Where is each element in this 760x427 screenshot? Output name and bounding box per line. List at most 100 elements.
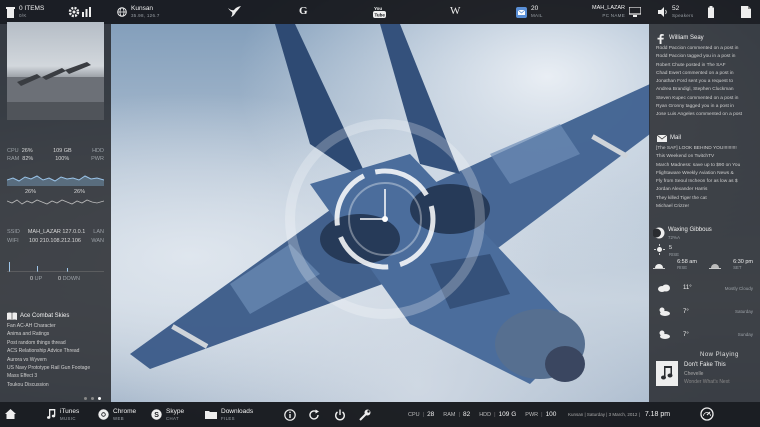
mail-item[interactable]: Fly from Seoul Incheon for as low as $ — [656, 178, 754, 186]
feed-item[interactable]: Aurora vs Wyvern — [7, 356, 90, 364]
google-icon[interactable]: G — [299, 5, 308, 17]
hdd-label: HDD — [479, 411, 492, 418]
refresh-icon[interactable] — [308, 409, 320, 421]
weather-desc: Mostly Cloudy — [724, 285, 753, 291]
net-down-label: DOWN — [62, 276, 80, 282]
mail-item[interactable]: March Madness: save up to $90 on You — [656, 162, 754, 170]
itunes-label: iTunes — [60, 407, 80, 415]
aircraft-photo — [7, 62, 104, 120]
ssid-value: MAH_LAZAR 127.0.0.1 — [27, 229, 86, 235]
skype-sublabel: CHAT — [166, 415, 179, 421]
skype-label: Skype — [166, 407, 185, 415]
facebook-item[interactable]: Rodd Paccion tagged you in a post in — [656, 53, 754, 61]
mail-item[interactable]: Michael Crizzer — [656, 203, 754, 211]
feed-item[interactable]: Fan AC-AH Character — [7, 322, 90, 330]
pwr-label: PWR — [525, 411, 539, 418]
pc-name: MAH_LAZAR — [592, 5, 626, 11]
facebook-item[interactable]: Steven Kupec commented on a post in — [656, 95, 754, 103]
feed-item[interactable]: Mass Effect 3 — [7, 372, 90, 380]
items-count: 0 ITEMS — [19, 5, 45, 12]
weather-row[interactable]: 7° Saturday — [657, 307, 753, 316]
mail-widget[interactable]: 20 MAIL — [516, 0, 543, 24]
weather-row[interactable]: 11° Mostly Cloudy — [657, 284, 753, 292]
volume-device: Speakers — [672, 13, 694, 18]
feed-item[interactable]: ACS Relationship Advice Thread — [7, 347, 90, 355]
sunset-icon — [709, 259, 722, 271]
feed-item[interactable]: Anima and Ratings — [7, 330, 90, 338]
now-playing-label: Now Playing — [700, 352, 739, 358]
speedometer-icon[interactable] — [700, 407, 714, 421]
downloads-launcher[interactable]: Downloads FILES — [205, 402, 253, 427]
wifi-label: WIFI — [7, 238, 19, 244]
cpu-stat: 28 — [427, 411, 435, 418]
home-icon[interactable] — [5, 409, 16, 419]
cloud-icon — [657, 284, 671, 292]
sun-icon — [654, 244, 665, 255]
facebook-item[interactable]: Jose Luis Angeles commented on a post — [656, 111, 754, 119]
wikipedia-icon[interactable]: W — [450, 5, 460, 17]
weather-desc: Saturday — [734, 309, 753, 314]
mail-item[interactable]: They killed Tiger the cat — [656, 195, 754, 203]
ram-stat: 82 — [462, 411, 471, 418]
pwr-stat: 100 — [545, 411, 557, 418]
recycle-bin-widget[interactable]: 0 ITEMS 0/K — [6, 0, 44, 24]
page-dot[interactable] — [91, 397, 94, 400]
facebook-feed: Rodd Paccion commented on a post in Rodd… — [656, 45, 754, 120]
document-icon[interactable] — [741, 6, 751, 18]
mail-item[interactable]: Flightaware Weekly Aviation News & — [656, 170, 754, 178]
facebook-user-name[interactable]: William Seay — [669, 35, 704, 41]
pc-name-label: PC NAME — [602, 13, 626, 18]
items-size: 0/K — [19, 13, 27, 18]
facebook-item[interactable]: Ryan Gronny tagged you in a post in — [656, 103, 754, 111]
info-icon[interactable] — [284, 409, 296, 421]
mail-item[interactable]: This Weekend on TwitchTV — [656, 153, 754, 161]
weather-desc: Sunday — [737, 332, 753, 337]
partly-sunny-icon — [657, 330, 671, 339]
youtube-icon[interactable]: You Tube — [373, 6, 386, 18]
feed-item[interactable]: Post random things thread — [7, 339, 90, 347]
facebook-item[interactable]: Robert Chute posted in The SAF — [656, 62, 754, 70]
volume-widget[interactable]: 52 Speakers — [658, 0, 693, 24]
facebook-item[interactable]: Chad Ewert commented on a post in — [656, 70, 754, 78]
mail-item[interactable]: [The SAF] LOOK BEHIND YOU!!!!!!!!!! — [656, 145, 754, 153]
hdd-stat: 109 G — [498, 411, 517, 418]
facebook-item[interactable]: Jonathan Ford sent you a request to — [656, 78, 754, 86]
moonrise-label: RISE — [669, 252, 680, 257]
chrome-launcher[interactable]: Chrome WEB — [98, 402, 136, 427]
power-icon[interactable] — [334, 409, 346, 421]
weather-temp: 11° — [683, 285, 692, 291]
feed-item[interactable]: Toukou Discussion — [7, 381, 90, 389]
bar-chart-icon[interactable] — [82, 7, 91, 17]
mail-icon[interactable] — [657, 135, 667, 142]
mail-title[interactable]: Mail — [670, 135, 681, 141]
facebook-item[interactable]: Rodd Paccion commented on a post in — [656, 45, 754, 53]
track-title[interactable]: Don't Fake This — [684, 362, 726, 368]
bird-icon[interactable] — [228, 6, 241, 17]
facebook-item[interactable]: Andrea Brandigl, Stephen Cluckman — [656, 86, 754, 94]
hdd-percent: 100% — [55, 156, 70, 162]
facebook-icon[interactable] — [657, 34, 664, 44]
pc-name-widget[interactable]: MAH_LAZAR PC NAME — [592, 0, 642, 24]
clock-widget[interactable]: Kunsan | Saturday | 3 March, 2012 | 7.18… — [568, 402, 670, 427]
graph-right-value: 26% — [73, 189, 85, 195]
skype-launcher[interactable]: S Skype CHAT — [151, 402, 184, 427]
ssid-label: SSID — [7, 229, 20, 235]
music-note-icon — [47, 409, 56, 420]
photo-thumbnail[interactable] — [7, 22, 104, 120]
book-icon[interactable] — [7, 312, 17, 320]
gear-icon[interactable] — [68, 6, 80, 18]
location-widget[interactable]: Kunsan 35.98, 126.7 — [117, 0, 160, 24]
album-art[interactable] — [656, 361, 678, 386]
feed-item[interactable]: US Navy Prototype Rail Gun Footage — [7, 364, 90, 372]
time-text: 7.18 pm — [644, 411, 671, 418]
wrench-icon[interactable] — [359, 409, 371, 421]
battery-icon[interactable] — [708, 6, 714, 18]
page-dot-active[interactable] — [98, 397, 101, 400]
sunset-label: SET — [733, 265, 742, 270]
track-album: Wonder What's Next — [684, 379, 730, 385]
weather-row[interactable]: 7° Sunday — [657, 330, 753, 339]
itunes-launcher[interactable]: iTunes MUSIC — [47, 402, 79, 427]
page-dot[interactable] — [84, 397, 87, 400]
feed-title[interactable]: Ace Combat Skies — [20, 313, 69, 319]
mail-item[interactable]: Jordan Alexander Harris — [656, 186, 754, 194]
